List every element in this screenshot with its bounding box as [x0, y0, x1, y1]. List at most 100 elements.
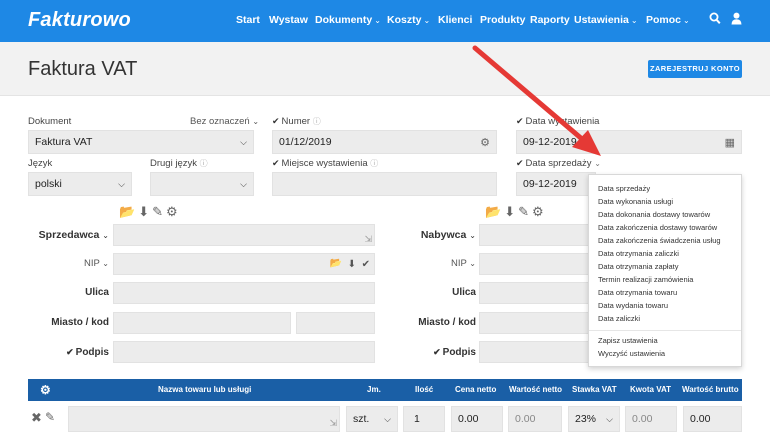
wartosc-brutto-value: 0.00 [690, 413, 711, 425]
drugi-jezyk-label: Drugi język [150, 158, 197, 169]
buyer-nip-dropdown[interactable]: NIP ⌄ [395, 258, 476, 269]
jezyk-select[interactable]: polski ⌵ [28, 172, 132, 196]
seller-nip-label: NIP [83, 258, 100, 269]
chevron-down-icon: ⌄ [469, 259, 476, 268]
dropdown-item[interactable]: Data otrzymania zaliczki [598, 249, 679, 258]
checkmark-icon: ✔ [272, 158, 280, 168]
chevron-down-icon: ⌄ [102, 259, 109, 268]
seller-miasto-label: Miasto / kod [51, 317, 109, 328]
column-header: Wartość brutto [682, 385, 739, 394]
dropdown-item[interactable]: Data wykonania usługi [598, 197, 673, 206]
dropdown-item[interactable]: Data otrzymania zapłaty [598, 262, 678, 271]
bez-oznaczen-dropdown[interactable]: Bez oznaczeń ⌄ [190, 116, 259, 127]
data-wystawienia-value: 09-12-2019 [523, 136, 577, 148]
column-header: Stawka VAT [572, 385, 617, 394]
help-icon[interactable]: ⓘ [200, 159, 208, 168]
app-logo[interactable]: Fakturowo [28, 9, 131, 32]
numer-label: Numer [281, 116, 311, 127]
register-account-button[interactable]: ZAREJESTRUJ KONTO [648, 60, 742, 78]
help-icon[interactable]: ⓘ [370, 159, 378, 168]
buyer-podpis-input[interactable] [479, 341, 589, 363]
seller-ulica-input[interactable] [113, 282, 375, 304]
dropdown-item[interactable]: Data zaliczki [598, 314, 640, 323]
checkmark-icon: ✔ [516, 158, 524, 168]
dokument-select-value: Faktura VAT [35, 136, 93, 148]
nav-pomoc[interactable]: Pomoc ⌄ [646, 14, 690, 26]
miejsce-wystawienia-input[interactable] [272, 172, 497, 196]
dropdown-item[interactable]: Data sprzedaży [598, 184, 650, 193]
seller-nip-dropdown[interactable]: NIP ⌄ [28, 258, 109, 269]
nav-koszty[interactable]: Koszty ⌄ [387, 14, 430, 26]
chevron-down-icon: ⌵ [606, 414, 613, 424]
gear-icon[interactable]: ⚙ [532, 205, 544, 219]
chevron-down-icon: ⌄ [683, 16, 690, 25]
stawka-vat-select[interactable]: 23% ⌵ [568, 406, 620, 432]
buyer-nip-input[interactable] [479, 253, 589, 275]
seller-podpis-input[interactable] [113, 341, 375, 363]
buyer-podpis-label-group: ✔ Podpis [395, 347, 476, 358]
cena-netto-input[interactable]: 0.00 [451, 406, 503, 432]
drugi-jezyk-select[interactable]: ⌵ [150, 172, 254, 196]
search-icon[interactable] [709, 12, 721, 28]
download-icon[interactable]: ⬇ [348, 254, 356, 276]
gear-icon[interactable]: ⚙ [166, 205, 178, 219]
clear-settings-item[interactable]: Wyczyść ustawienia [598, 349, 665, 358]
data-wystawienia-label-group: ✔ Data wystawienia [516, 116, 599, 127]
seller-kod-input[interactable] [296, 312, 375, 334]
checkmark-icon: ✔ [516, 116, 524, 126]
nav-raporty[interactable]: Raporty [530, 14, 570, 26]
resize-handle-icon[interactable]: ⇲ [329, 412, 337, 432]
wartosc-brutto-input[interactable]: 0.00 [683, 406, 742, 432]
nav-wystaw[interactable]: Wystaw [269, 14, 308, 26]
delete-row-icon[interactable]: ✖ [31, 410, 42, 426]
user-icon[interactable] [731, 12, 742, 28]
kwota-vat-input[interactable]: 0.00 [625, 406, 677, 432]
edit-icon[interactable]: ✎ [518, 205, 529, 219]
seller-nip-input[interactable]: 📂 ⬇ ✔ [113, 253, 375, 275]
nabywca-dropdown[interactable]: Nabywca ⌄ [395, 229, 476, 241]
resize-handle-icon[interactable]: ⇲ [364, 228, 372, 250]
data-sprzedazy-input[interactable]: 09-12-2019 [516, 172, 596, 196]
calendar-icon[interactable]: ▦ [725, 132, 735, 154]
edit-icon[interactable]: ✎ [152, 205, 163, 219]
sprzedawca-textarea[interactable]: ⇲ [113, 224, 375, 246]
nav-klienci[interactable]: Klienci [438, 14, 472, 26]
sprzedawca-dropdown[interactable]: Sprzedawca ⌄ [28, 229, 109, 241]
edit-icon[interactable]: ✎ [45, 410, 55, 424]
data-sprzedazy-label-group[interactable]: ✔ Data sprzedaży ⌄ [516, 158, 601, 169]
dropdown-item[interactable]: Data zakończenia dostawy towarów [598, 223, 717, 232]
save-settings-item[interactable]: Zapisz ustawienia [598, 336, 658, 345]
nav-koszty-label: Koszty [387, 14, 422, 26]
dropdown-item[interactable]: Data otrzymania towaru [598, 288, 677, 297]
product-name-input[interactable]: ⇲ [68, 406, 340, 432]
folder-open-icon[interactable]: 📂 [485, 205, 501, 219]
dropdown-item[interactable]: Data zakończenia świadczenia usług [598, 236, 721, 245]
buyer-miasto-input[interactable] [479, 312, 589, 334]
nav-start[interactable]: Start [236, 14, 260, 26]
dropdown-item[interactable]: Data dokonania dostawy towarów [598, 210, 710, 219]
gear-icon[interactable]: ⚙ [480, 132, 490, 154]
nabywca-textarea[interactable] [479, 224, 589, 246]
dropdown-item[interactable]: Termin realizacji zamówienia [598, 275, 693, 284]
seller-miasto-input[interactable] [113, 312, 291, 334]
nav-dokumenty[interactable]: Dokumenty ⌄ [315, 14, 381, 26]
data-wystawienia-input[interactable]: 09-12-2019 ▦ [516, 130, 742, 154]
buyer-ulica-input[interactable] [479, 282, 589, 304]
help-icon[interactable]: ⓘ [313, 117, 321, 126]
buyer-nip-label: NIP [450, 258, 467, 269]
dokument-select[interactable]: Faktura VAT ⌵ [28, 130, 254, 154]
wartosc-netto-input[interactable]: 0.00 [508, 406, 562, 432]
folder-open-icon[interactable]: 📂 [330, 253, 342, 275]
jm-select[interactable]: szt. ⌵ [346, 406, 398, 432]
nav-ustawienia[interactable]: Ustawienia ⌄ [574, 14, 638, 26]
check-circle-icon[interactable]: ✔ [362, 254, 370, 276]
nav-produkty[interactable]: Produkty [480, 14, 526, 26]
numer-input[interactable]: 01/12/2019 ⚙ [272, 130, 497, 154]
dropdown-item[interactable]: Data wydania towaru [598, 301, 668, 310]
quantity-value: 1 [414, 413, 420, 425]
quantity-input[interactable]: 1 [403, 406, 445, 432]
folder-open-icon[interactable]: 📂 [119, 205, 135, 219]
download-icon[interactable]: ⬇ [138, 205, 149, 219]
gear-icon[interactable]: ⚙ [40, 383, 51, 397]
download-icon[interactable]: ⬇ [504, 205, 515, 219]
